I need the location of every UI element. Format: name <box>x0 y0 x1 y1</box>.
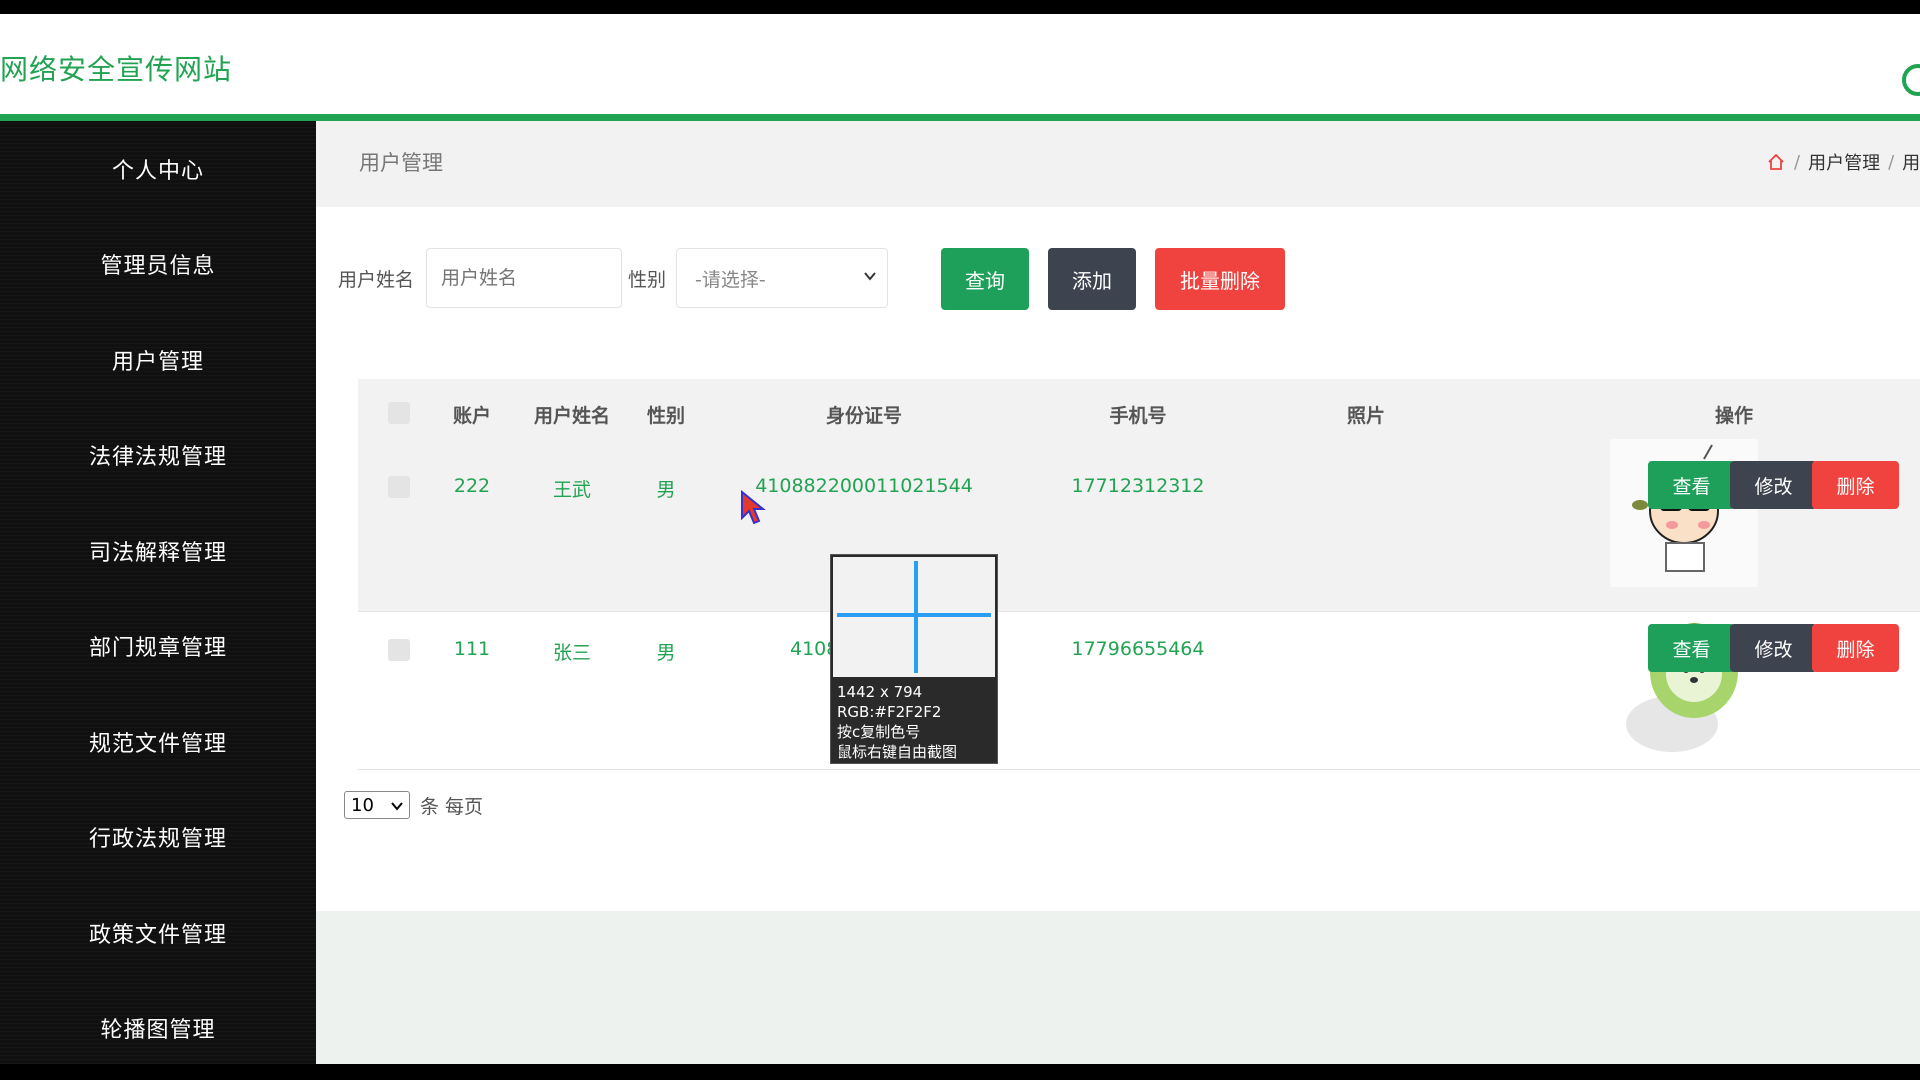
footer-band <box>316 911 1920 1064</box>
name-filter-input[interactable] <box>426 248 622 308</box>
view-button[interactable]: 查看 <box>1648 624 1735 672</box>
breadcrumb-item-user-management[interactable]: 用户管理 <box>1808 149 1880 175</box>
breadcrumb-separator: / <box>1794 151 1801 173</box>
magnifier <box>833 557 995 677</box>
row-checkbox[interactable] <box>388 476 410 498</box>
gender-filter-value: -请选择- <box>695 268 766 291</box>
sidebar-item-normative-documents[interactable]: 规范文件管理 <box>0 694 316 790</box>
sidebar-item-personal-center[interactable]: 个人中心 <box>0 121 316 217</box>
mouse-cursor-icon <box>741 490 766 525</box>
user-avatar[interactable] <box>1902 64 1920 96</box>
top-black-bar <box>0 0 1920 14</box>
breadcrumb-bar: 用户管理 / 用户管理 / 用 <box>316 121 1920 207</box>
cell-name: 王武 <box>552 479 592 501</box>
sidebar-item-policy-documents[interactable]: 政策文件管理 <box>0 885 316 981</box>
site-title: 网络安全宣传网站 <box>0 53 233 86</box>
cell-gender: 男 <box>656 479 676 501</box>
column-header-photo: 照片 <box>1346 405 1386 427</box>
column-header-name: 用户姓名 <box>533 405 611 427</box>
column-header-phone: 手机号 <box>1109 405 1167 427</box>
edit-button[interactable]: 修改 <box>1730 461 1817 509</box>
search-button[interactable]: 查询 <box>941 248 1029 310</box>
table-row: 111 张三 男 410882 17796655464 查看 修改 删除 <box>358 612 1920 770</box>
pagination: 10 条 每页 <box>344 791 483 819</box>
delete-button[interactable]: 删除 <box>1812 624 1899 672</box>
sidebar-item-administrative-regulations[interactable]: 行政法规管理 <box>0 790 316 886</box>
name-filter-label: 用户姓名 <box>338 269 415 291</box>
picker-hint-copy: 按c复制色号 <box>837 723 921 741</box>
site-header: 网络安全宣传网站 <box>0 14 1920 114</box>
table-row: 222 王武 男 410882200011021544 17712312312 … <box>358 439 1920 612</box>
page-size-select[interactable]: 10 <box>344 791 410 819</box>
sidebar-item-department-rules[interactable]: 部门规章管理 <box>0 599 316 695</box>
select-all-checkbox[interactable] <box>388 402 410 424</box>
breadcrumb-separator: / <box>1888 151 1895 173</box>
column-header-actions: 操作 <box>1714 405 1754 427</box>
sidebar-item-user-management[interactable]: 用户管理 <box>0 312 316 408</box>
row-checkbox[interactable] <box>388 639 410 661</box>
chevron-down-icon <box>391 802 403 811</box>
sidebar: 个人中心 管理员信息 用户管理 法律法规管理 司法解释管理 部门规章管理 规范文… <box>0 121 316 1064</box>
user-table: 账户 用户姓名 性别 身份证号 手机号 照片 操作 222 王武 男 41088… <box>358 379 1920 770</box>
header-divider <box>0 114 1920 121</box>
breadcrumb-item-current: 用 <box>1902 153 1920 174</box>
sidebar-item-carousel[interactable]: 轮播图管理 <box>0 981 316 1077</box>
chevron-down-icon <box>864 272 876 281</box>
sidebar-item-judicial-interpretation[interactable]: 司法解释管理 <box>0 503 316 599</box>
breadcrumb: / 用户管理 / 用 <box>1766 149 1920 175</box>
gender-filter-select[interactable]: -请选择- <box>676 248 888 308</box>
batch-delete-button[interactable]: 批量删除 <box>1155 248 1285 310</box>
cell-phone: 17712312312 <box>1071 475 1205 497</box>
home-icon[interactable] <box>1766 152 1786 172</box>
picker-hint-screenshot: 鼠标右键自由截图 <box>837 743 958 761</box>
picker-rgb: RGB:#F2F2F2 <box>837 703 942 721</box>
picker-size: 1442 x 794 <box>837 683 923 701</box>
cell-account: 222 <box>453 475 491 497</box>
crosshair-vertical <box>914 561 918 673</box>
delete-button[interactable]: 删除 <box>1812 461 1899 509</box>
page-size-value: 10 <box>351 794 374 816</box>
page-title: 用户管理 <box>359 151 443 175</box>
column-header-gender: 性别 <box>646 405 686 427</box>
per-page-label: 条 每页 <box>420 795 484 818</box>
bottom-black-bar <box>0 1064 1920 1080</box>
edit-button[interactable]: 修改 <box>1730 624 1817 672</box>
cell-id-number: 410882200011021544 <box>755 475 973 497</box>
column-header-account: 账户 <box>452 405 492 427</box>
add-button[interactable]: 添加 <box>1048 248 1136 310</box>
cell-name: 张三 <box>552 642 592 664</box>
sidebar-item-admin-info[interactable]: 管理员信息 <box>0 217 316 313</box>
view-button[interactable]: 查看 <box>1648 461 1735 509</box>
cell-phone: 17796655464 <box>1071 638 1205 660</box>
filter-bar: 用户姓名 性别 -请选择- 查询 添加 批量删除 <box>316 245 1920 310</box>
cell-gender: 男 <box>656 642 676 664</box>
color-picker-info: 1442 x 794 RGB:#F2F2F2 按c复制色号 鼠标右键自由截图 <box>837 682 957 762</box>
color-picker-tooltip: 1442 x 794 RGB:#F2F2F2 按c复制色号 鼠标右键自由截图 <box>830 554 998 764</box>
cell-account: 111 <box>453 638 491 660</box>
column-header-id-number: 身份证号 <box>825 405 903 427</box>
main-content: 用户管理 / 用户管理 / 用 用户姓名 性别 -请选择- 查询 添加 批量删除… <box>316 121 1920 1064</box>
gender-filter-label: 性别 <box>628 269 667 291</box>
sidebar-item-laws[interactable]: 法律法规管理 <box>0 408 316 504</box>
